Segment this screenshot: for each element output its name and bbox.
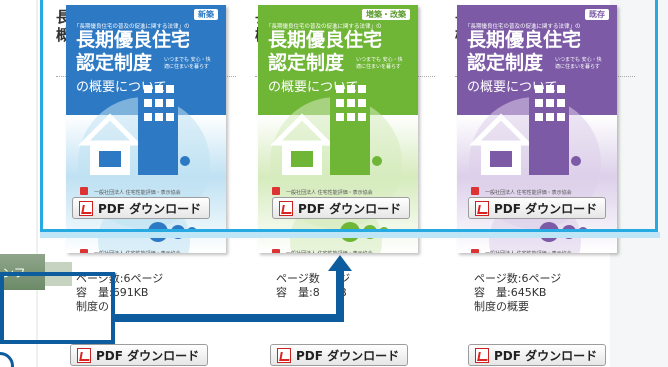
- annotation-select-box: [0, 272, 115, 344]
- cover-title-note: いつまでも 安心・快適に住まいを暮らす: [356, 57, 403, 70]
- pdf-icon: [277, 347, 291, 363]
- file-size: 容 量:8: [276, 286, 320, 299]
- file-size: 容 量:645KB: [474, 286, 547, 299]
- highlight-frame-shadow: [40, 232, 660, 238]
- pdf-download-label: PDF ダウンロード: [296, 348, 400, 363]
- pdf-download-label: PDF ダウンロード: [96, 348, 200, 363]
- publisher-logo-icon: [471, 187, 479, 195]
- cover-badge: 増築・改築: [362, 9, 410, 20]
- pdf-download-button-extension-lower[interactable]: PDF ダウンロード: [270, 344, 409, 366]
- page-count: ページ数: [276, 272, 320, 285]
- pdf-icon: [79, 200, 93, 216]
- pdf-download-button-new-lower[interactable]: PDF ダウンロード: [70, 344, 209, 366]
- cover-publisher: 一般社団法人 住宅性能評価・表示協会: [286, 190, 373, 196]
- annotation-arrow-vertical: [336, 268, 344, 322]
- cover-publisher: 一般社団法人 住宅性能評価・表示協会: [94, 190, 181, 196]
- cover-title-note: いつまでも 安心・快適に住まいを暮らす: [164, 57, 211, 70]
- pdf-download-button-new[interactable]: PDF ダウンロード: [72, 197, 211, 219]
- cover-outline: の概要について: [76, 80, 167, 95]
- pdf-download-button-existing-lower[interactable]: PDF ダウンロード: [468, 344, 607, 366]
- publisher-logo-icon: [80, 249, 88, 253]
- publisher-logo-icon: [272, 187, 280, 195]
- pdf-download-label: PDF ダウンロード: [298, 201, 402, 216]
- pdf-icon: [475, 347, 489, 363]
- publisher-logo-icon: [272, 249, 280, 253]
- publisher-logo-icon: [471, 249, 479, 253]
- cover-publisher: 一般社団法人 住宅性能評価・表示協会: [94, 250, 181, 253]
- pdf-download-label: PDF ダウンロード: [494, 201, 598, 216]
- pdf-icon: [77, 347, 91, 363]
- publisher-logo-icon: [80, 187, 88, 195]
- description: 制度の概要: [474, 300, 529, 313]
- cover-publisher: 一般社団法人 住宅性能評価・表示協会: [485, 250, 572, 253]
- pdf-download-button-extension[interactable]: PDF ダウンロード: [272, 197, 411, 219]
- pdf-download-label: PDF ダウンロード: [494, 348, 598, 363]
- card-info-existing: ページ数:6ページ 容 量:645KB 制度の概要: [474, 272, 561, 314]
- cover-publisher: 一般社団法人 住宅性能評価・表示協会: [485, 190, 572, 196]
- pdf-download-label: PDF ダウンロード: [98, 201, 202, 216]
- cover-outline: の概要について: [467, 80, 558, 95]
- annotation-arrow-horizontal: [115, 314, 340, 322]
- cover-badge: 新築: [194, 9, 218, 20]
- annotation-arrow-head: [328, 255, 352, 271]
- page-count: ページ数:6ページ: [474, 272, 562, 285]
- pdf-icon: [475, 200, 489, 216]
- cover-outline: の概要について: [268, 80, 359, 95]
- pdf-icon: [279, 200, 293, 216]
- cover-badge: 既存: [585, 9, 609, 20]
- right-margin: [610, 0, 668, 367]
- pdf-download-button-existing[interactable]: PDF ダウンロード: [468, 197, 607, 219]
- cover-title-note: いつまでも 安心・快適に住まいを暮らす: [555, 57, 602, 70]
- cover-publisher: 一般社団法人 住宅性能評価・表示協会: [286, 250, 373, 253]
